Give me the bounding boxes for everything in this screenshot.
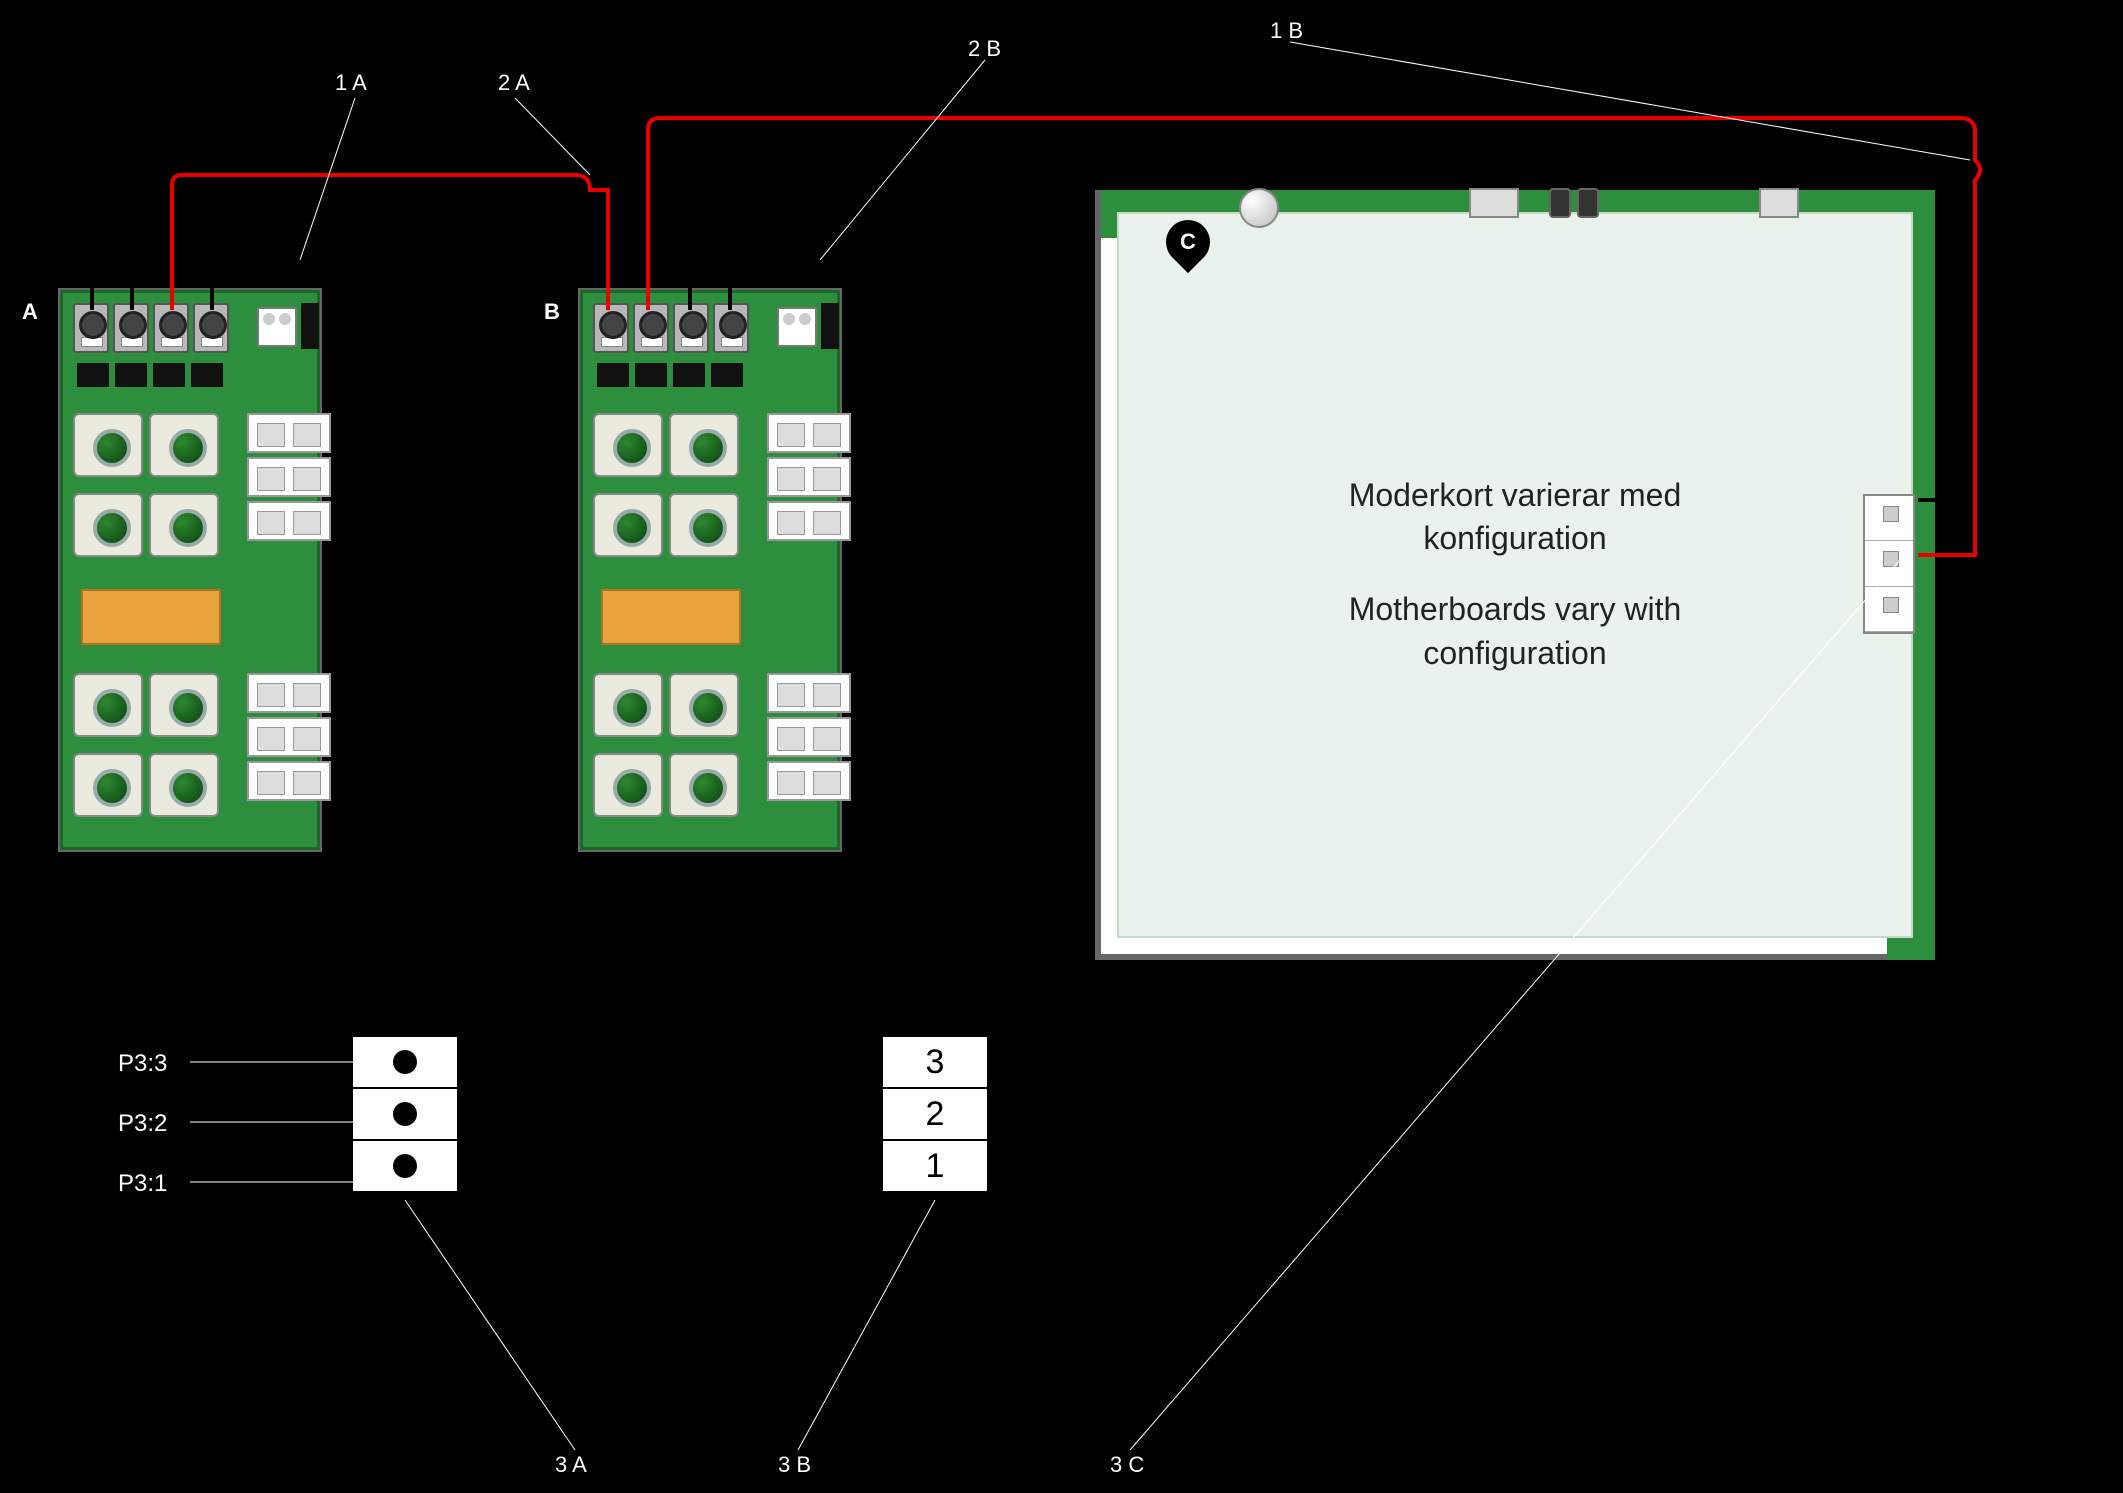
button-dome-icon bbox=[1239, 188, 1279, 228]
label-3B: 3 B bbox=[778, 1452, 811, 1478]
motherboard: Moderkort varierar med konfiguration Mot… bbox=[1095, 190, 1935, 960]
terminal-block-row bbox=[73, 303, 229, 353]
p3-label-2: P3:2 bbox=[118, 1110, 167, 1138]
badge-A: A bbox=[0, 281, 61, 343]
expansion-card-B bbox=[580, 290, 840, 850]
p3-detail-numbered: 3 2 1 bbox=[880, 1034, 990, 1194]
usb-port-icon bbox=[1469, 188, 1519, 218]
orange-component bbox=[81, 589, 221, 645]
label-1B: 1 B bbox=[1270, 18, 1303, 44]
header-small bbox=[257, 307, 297, 347]
expansion-card-A bbox=[60, 290, 320, 850]
label-3A: 3 A bbox=[555, 1452, 587, 1478]
capacitor-icon bbox=[1549, 188, 1571, 218]
p3-detail-filled bbox=[350, 1034, 460, 1194]
label-1A: 1 A bbox=[335, 70, 367, 96]
jumper-icon bbox=[301, 303, 319, 349]
p3-label-1: P3:1 bbox=[118, 1170, 167, 1198]
p3-connector bbox=[1863, 494, 1915, 634]
motherboard-note: Moderkort varierar med konfiguration Mot… bbox=[1119, 474, 1911, 675]
badge-B: B bbox=[521, 281, 583, 343]
label-3C: 3 C bbox=[1110, 1452, 1144, 1478]
header-icon bbox=[1759, 188, 1799, 218]
label-2B: 2 B bbox=[968, 36, 1001, 62]
p3-label-3: P3:3 bbox=[118, 1050, 167, 1078]
label-2A: 2 A bbox=[498, 70, 530, 96]
chip-row bbox=[77, 363, 223, 387]
relay-bank bbox=[247, 413, 331, 541]
capacitor-icon bbox=[1577, 188, 1599, 218]
